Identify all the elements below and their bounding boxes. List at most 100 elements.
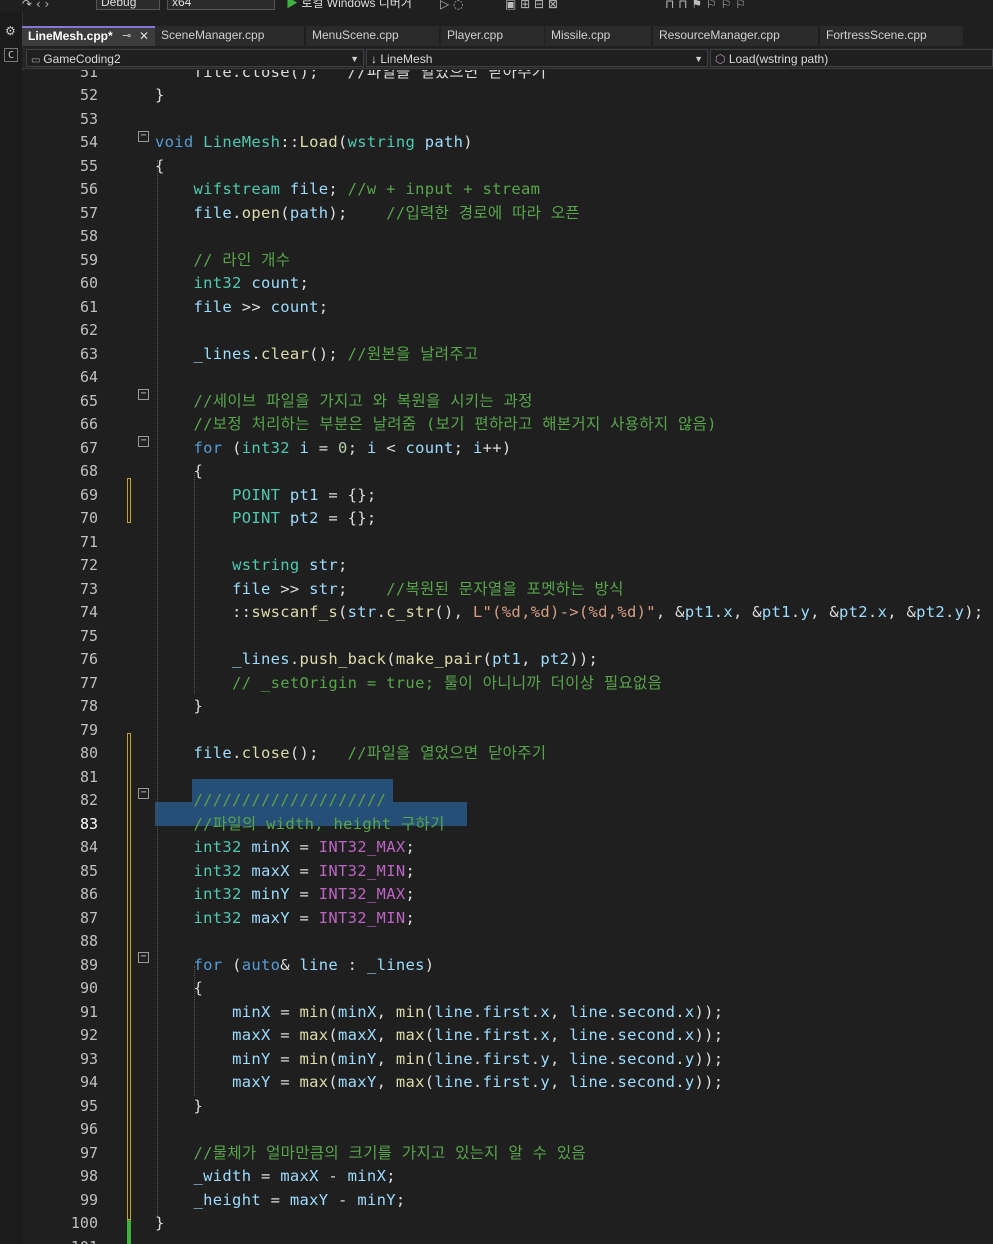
code-line[interactable]: {	[155, 977, 203, 1001]
code-token: ;	[338, 556, 348, 574]
code-line[interactable]: maxX = max(maxX, max(line.first.x, line.…	[155, 1024, 723, 1048]
code-line[interactable]: }	[155, 695, 203, 719]
code-token: {	[155, 462, 204, 480]
code-line[interactable]: file.close(); //파일을 열었으면 닫아주기	[155, 70, 547, 84]
code-line[interactable]: for (auto& line : _lines)	[155, 954, 435, 978]
code-token: c_str	[386, 603, 435, 621]
code-token: line	[569, 1026, 608, 1044]
code-line[interactable]: POINT pt2 = {};	[155, 507, 377, 531]
code-line[interactable]: minX = min(minX, min(line.first.x, line.…	[155, 1001, 723, 1025]
code-line[interactable]: }	[155, 1212, 165, 1236]
tab-scenemanager[interactable]: SceneManager.cpp	[155, 26, 305, 46]
project-dropdown[interactable]: ▭ GameCoding2 ▼	[26, 49, 364, 67]
code-line[interactable]: {	[155, 155, 165, 179]
code-line[interactable]: // 라인 개수	[155, 249, 290, 273]
code-line[interactable]: file.open(path); //입력한 경로에 따라 오픈	[155, 202, 580, 226]
code-line[interactable]: }	[155, 84, 165, 108]
code-line[interactable]: int32 maxY = INT32_MIN;	[155, 907, 415, 931]
collapse-icon[interactable]: −	[138, 131, 149, 142]
code-editor[interactable]: − − − − − 51 52 53 54 55 56 57 58 59 60 61 62 63 64 65…	[0, 70, 993, 1244]
gear-icon[interactable]: ⚙	[5, 24, 16, 38]
code-token: ,	[521, 650, 541, 668]
code-token: ,	[376, 1026, 396, 1044]
code-line[interactable]: int32 minX = INT32_MAX;	[155, 836, 415, 860]
code-line[interactable]: int32 count;	[155, 272, 309, 296]
line-number: 71	[79, 532, 98, 551]
code-line[interactable]: //파일의 width, height 구하기	[155, 813, 445, 837]
line-number: 94	[79, 1073, 98, 1091]
code-token: min	[299, 1049, 329, 1068]
code-line[interactable]: maxY = max(maxY, max(line.first.y, line.…	[155, 1071, 723, 1095]
code-line[interactable]: wifstream file; //w + input + stream	[155, 178, 540, 202]
project-label: GameCoding2	[43, 52, 121, 66]
close-icon[interactable]: ✕	[139, 28, 149, 45]
collapse-icon[interactable]: −	[138, 389, 149, 400]
code-line[interactable]: POINT pt1 = {};	[155, 484, 377, 508]
tab-fortressscene[interactable]: FortressScene.cpp	[820, 26, 964, 46]
code-token: second	[617, 1002, 676, 1021]
code-token: (	[328, 1073, 339, 1091]
tab-menuscene[interactable]: MenuScene.cpp	[306, 26, 440, 46]
code-line[interactable]: //보정 처리하는 부분은 날려줌 (보기 편하라고 해본거지 사용하지 않음)	[155, 413, 717, 437]
code-token: minX	[338, 1002, 377, 1021]
code-line[interactable]: file >> count;	[155, 296, 329, 320]
member-dropdown[interactable]: ⬡ Load(wstring path)	[710, 49, 993, 67]
code-line[interactable]: ////////////////////	[155, 789, 386, 813]
code-token: int32	[193, 838, 252, 856]
configuration-dropdown[interactable]: Debug	[96, 0, 160, 10]
code-line[interactable]: {	[155, 460, 203, 484]
code-token: .	[530, 1002, 541, 1021]
side-panel-toggle[interactable]: C	[4, 48, 18, 62]
code-token: INT32_MIN	[318, 908, 406, 927]
start-without-debug-icon[interactable]: ▷ ◌	[440, 0, 464, 11]
code-line[interactable]: for (int32 i = 0; i < count; i++)	[155, 437, 512, 461]
toolbar-icons[interactable]: ▣ ⊞ ⊟ ⊠	[505, 0, 558, 11]
code-token: wstring	[232, 556, 310, 574]
tab-resourcemanager[interactable]: ResourceManager.cpp	[653, 26, 819, 46]
code-line[interactable]: minY = min(minY, min(line.first.y, line.…	[155, 1048, 723, 1072]
collapse-icon[interactable]: −	[138, 952, 149, 963]
collapse-icon[interactable]: −	[138, 436, 149, 447]
code-line[interactable]: wstring str;	[155, 554, 348, 578]
redo-icon[interactable]: ↷ ‹ ›	[22, 0, 49, 11]
line-number: 84	[79, 838, 98, 856]
code-token: line	[434, 1002, 473, 1021]
code-line[interactable]: // _setOrigin = true; 툴이 아니니까 더이상 필요없음	[155, 672, 662, 696]
code-line[interactable]: file >> str; //복원된 문자열을 포멧하는 방식	[155, 578, 624, 602]
code-line[interactable]: void LineMesh::Load(wstring path)	[155, 131, 473, 155]
code-token: (	[328, 1002, 339, 1021]
bookmark-icons[interactable]: ⊓ ⊓ ⚑ ⚐ ⚐ ⚐	[665, 0, 746, 11]
tab-linemesh[interactable]: LineMesh.cpp* ⊸ ✕	[22, 26, 157, 46]
line-number: 72	[79, 556, 98, 574]
collapse-icon[interactable]: −	[138, 788, 149, 799]
code-token: _lines	[366, 955, 425, 974]
tab-player[interactable]: Player.cpp	[441, 26, 545, 46]
run-debugger-button[interactable]: ▶ 로컬 Windows 디버거	[286, 0, 412, 11]
code-line[interactable]: _lines.push_back(make_pair(pt1, pt2));	[155, 648, 598, 672]
code-line[interactable]: int32 minY = INT32_MAX;	[155, 883, 415, 907]
code-line[interactable]: //물체가 얼마만큼의 크기를 가지고 있는지 알 수 있음	[155, 1142, 586, 1166]
platform-dropdown[interactable]: x64	[167, 0, 275, 10]
code-line[interactable]: //세이브 파일을 가지고 와 복원을 시키는 과정	[155, 390, 533, 414]
code-token: ;	[299, 274, 310, 292]
code-token: i	[299, 438, 310, 457]
code-line[interactable]: _width = maxX - minX;	[155, 1165, 396, 1189]
code-token: );	[964, 603, 984, 621]
code-line[interactable]: file.close(); //파일을 열었으면 닫아주기	[155, 742, 547, 766]
code-line[interactable]: }	[155, 1095, 203, 1119]
code-line[interactable]: int32 maxX = INT32_MIN;	[155, 860, 415, 884]
code-line[interactable]: ::swscanf_s(str.c_str(), L"(%d,%d)->(%d,…	[155, 601, 984, 625]
pin-icon[interactable]: ⊸	[122, 28, 131, 45]
scope-dropdown[interactable]: ↓ LineMesh ▼	[366, 49, 708, 67]
code-token: =	[260, 1190, 290, 1209]
tab-missile[interactable]: Missile.cpp	[545, 26, 652, 46]
run-debugger-label: 로컬 Windows 디버거	[301, 0, 412, 10]
code-line[interactable]: _height = maxY - minY;	[155, 1189, 406, 1213]
code-line[interactable]: _lines.clear(); //원본을 날려주고	[155, 343, 479, 367]
code-token: .	[607, 1073, 618, 1091]
